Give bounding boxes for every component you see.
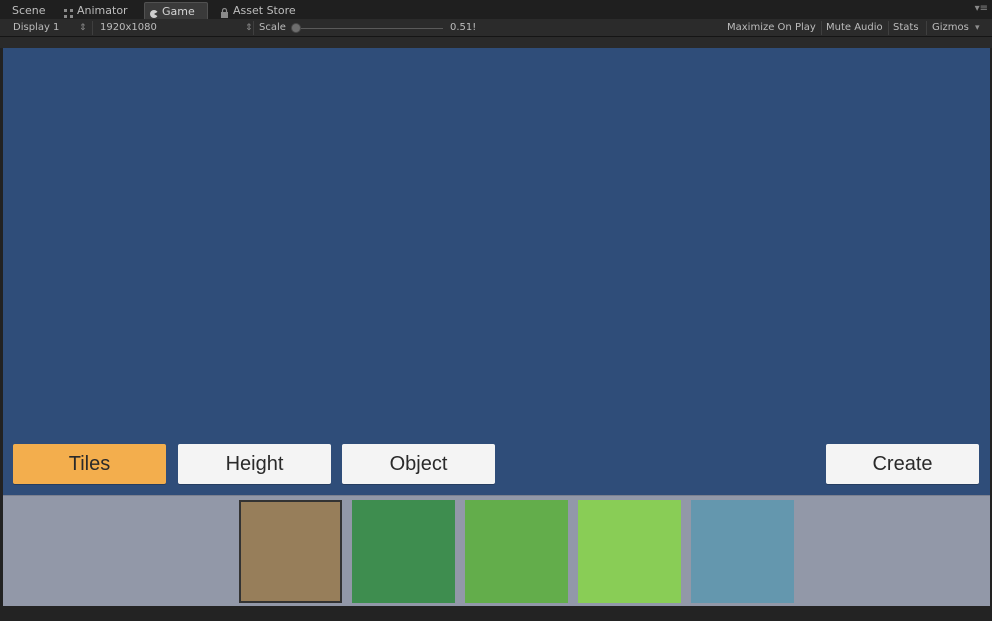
height-button[interactable]: Height: [178, 444, 331, 484]
toolbar-divider: [253, 21, 254, 35]
display-dropdown[interactable]: Display 1: [13, 19, 59, 37]
tile-swatch-dark-green[interactable]: [352, 500, 455, 603]
scale-slider-thumb[interactable]: [291, 23, 301, 33]
tab-game[interactable]: Game: [144, 2, 208, 19]
toolbar-divider: [926, 21, 927, 35]
panel-menu-icon[interactable]: ▾≡: [975, 4, 988, 14]
toolbar-divider: [888, 21, 889, 35]
scale-label: Scale: [259, 22, 286, 33]
scale-slider-track[interactable]: [298, 28, 443, 29]
scale-value: 0.51!: [450, 22, 477, 33]
tab-scene-label: Scene: [12, 4, 46, 17]
tile-palette: [3, 495, 990, 606]
resolution-dropdown[interactable]: 1920x1080: [100, 19, 157, 37]
tab-animator-label: Animator: [77, 4, 128, 17]
bottom-edge: [0, 606, 992, 621]
lock-icon: [220, 6, 229, 18]
toolbar-divider: [92, 21, 93, 35]
toolbar-divider: [821, 21, 822, 35]
tile-swatch-water-blue[interactable]: [691, 500, 794, 603]
game-icon: [149, 7, 159, 18]
game-viewport: Tiles Height Object Create: [3, 48, 990, 495]
tile-swatch-green[interactable]: [465, 500, 568, 603]
tab-scene[interactable]: Scene: [4, 2, 50, 19]
object-button[interactable]: Object: [342, 444, 495, 484]
toolbar-shadow-band: [0, 37, 992, 48]
stats-toggle[interactable]: Stats: [893, 19, 919, 37]
tab-animator[interactable]: Animator: [60, 2, 132, 19]
gizmos-dropdown[interactable]: Gizmos: [932, 19, 969, 37]
mute-audio-toggle[interactable]: Mute Audio: [826, 19, 883, 37]
resolution-dropdown-arrow-icon: ⇕: [245, 23, 253, 33]
tab-asset-store-label: Asset Store: [233, 4, 296, 17]
display-dropdown-arrow-icon: ⇕: [79, 23, 87, 33]
create-button[interactable]: Create: [826, 444, 979, 484]
tile-swatch-light-green[interactable]: [578, 500, 681, 603]
tab-game-label: Game: [162, 4, 195, 18]
game-toolbar: Display 1 ⇕ 1920x1080 ⇕ Scale 0.51! Maxi…: [0, 19, 992, 37]
tiles-button[interactable]: Tiles: [13, 444, 166, 484]
animator-icon: [64, 6, 73, 18]
tab-asset-store[interactable]: Asset Store: [216, 2, 300, 19]
editor-tab-bar: Scene Animator Game Asset Store ▾≡: [0, 0, 992, 19]
maximize-on-play-toggle[interactable]: Maximize On Play: [727, 19, 816, 37]
tile-swatch-dirt[interactable]: [239, 500, 342, 603]
gizmos-dropdown-arrow-icon: ▾: [975, 23, 980, 33]
